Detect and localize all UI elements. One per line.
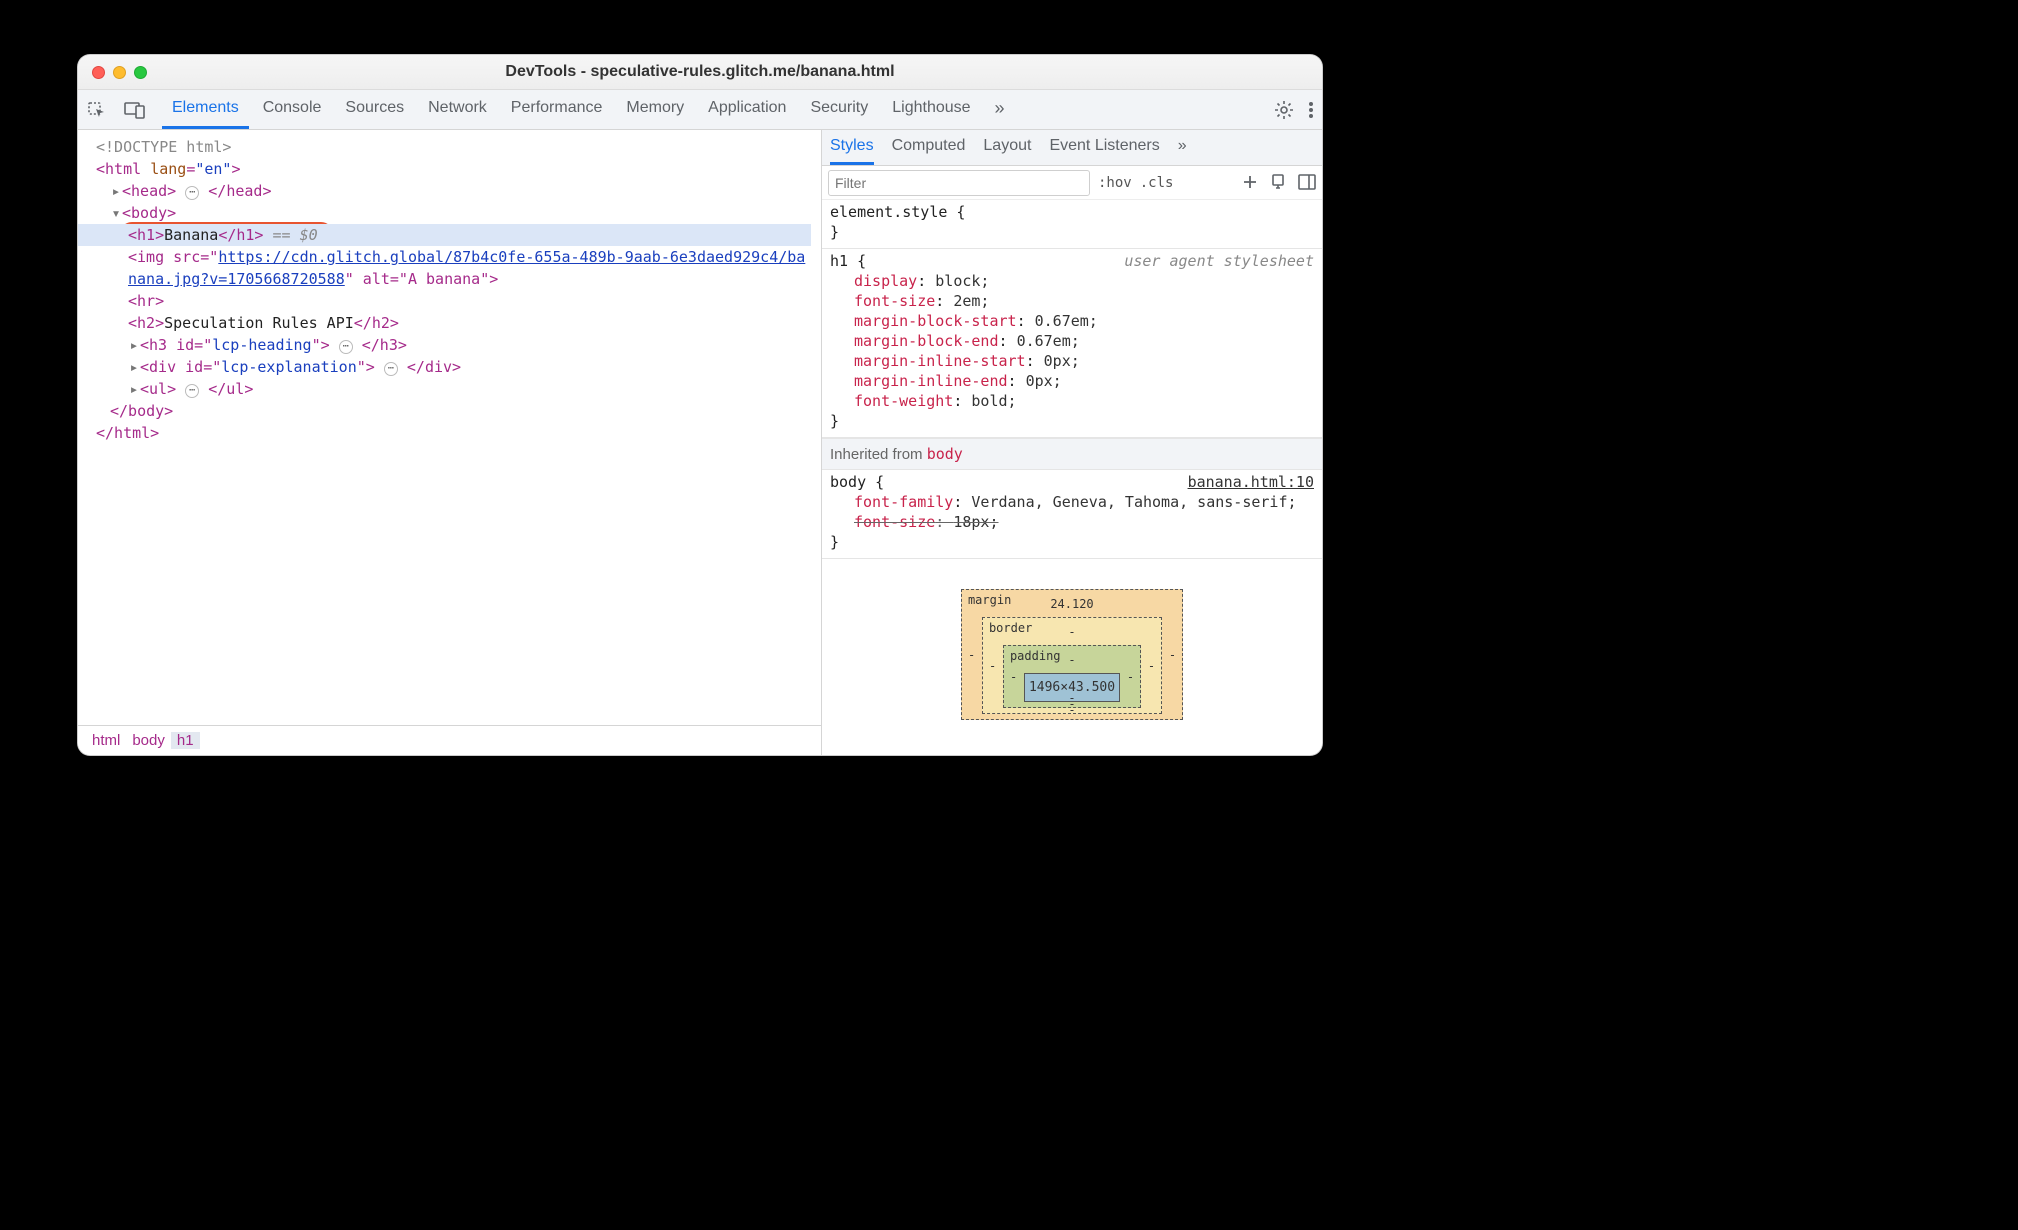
tab-elements[interactable]: Elements bbox=[162, 90, 249, 129]
breadcrumb-html[interactable]: html bbox=[86, 732, 126, 749]
tab-memory[interactable]: Memory bbox=[616, 90, 694, 129]
tab-application[interactable]: Application bbox=[698, 90, 796, 129]
box-model-content: 1496×43.500 bbox=[1024, 673, 1120, 702]
hov-toggle[interactable]: :hov bbox=[1098, 175, 1132, 191]
styles-tab-styles[interactable]: Styles bbox=[830, 130, 874, 165]
tab-security[interactable]: Security bbox=[800, 90, 878, 129]
window-controls bbox=[92, 66, 147, 79]
dom-html-open[interactable]: <html lang="en"> bbox=[96, 158, 811, 180]
toggle-common-rendering-icon[interactable] bbox=[1270, 174, 1286, 192]
source-link[interactable]: banana.html:10 bbox=[1188, 472, 1314, 492]
styles-tab-eventlisteners[interactable]: Event Listeners bbox=[1049, 130, 1159, 165]
styles-tabs-overflow-icon[interactable]: » bbox=[1178, 130, 1187, 165]
box-model-diagram[interactable]: margin - - 24.120 border - - - padding - bbox=[822, 559, 1322, 755]
styles-filter-input[interactable] bbox=[828, 170, 1090, 196]
main-toolbar: Elements Console Sources Network Perform… bbox=[78, 90, 1322, 130]
kebab-menu-icon[interactable] bbox=[1308, 100, 1314, 120]
devtools-window: DevTools - speculative-rules.glitch.me/b… bbox=[78, 55, 1322, 755]
styles-tab-computed[interactable]: Computed bbox=[892, 130, 966, 165]
rule-body[interactable]: body {banana.html:10 font-family: Verdan… bbox=[822, 470, 1322, 559]
settings-gear-icon[interactable] bbox=[1274, 100, 1294, 120]
dom-doctype[interactable]: <!DOCTYPE html> bbox=[96, 136, 811, 158]
window-title: DevTools - speculative-rules.glitch.me/b… bbox=[78, 63, 1322, 81]
dom-head[interactable]: ▸<head> ⋯ </head> bbox=[96, 180, 811, 202]
main-tabs: Elements Console Sources Network Perform… bbox=[162, 90, 1258, 129]
elements-panel: ⋯ <!DOCTYPE html> <html lang="en"> ▸<hea… bbox=[78, 130, 822, 755]
dom-html-close[interactable]: </html> bbox=[96, 422, 811, 444]
inherited-from-header: Inherited from body bbox=[822, 438, 1322, 470]
dom-div[interactable]: ▸<div id="lcp-explanation"> ⋯ </div> bbox=[96, 356, 811, 378]
breadcrumb-h1[interactable]: h1 bbox=[171, 732, 200, 749]
new-style-rule-icon[interactable] bbox=[1242, 174, 1258, 192]
tab-performance[interactable]: Performance bbox=[501, 90, 613, 129]
dom-hr[interactable]: <hr> bbox=[96, 290, 811, 312]
tab-network[interactable]: Network bbox=[418, 90, 497, 129]
breadcrumb: html body h1 bbox=[78, 725, 821, 755]
tab-console[interactable]: Console bbox=[253, 90, 332, 129]
dom-img-line2[interactable]: nana.jpg?v=1705668720588" alt="A banana"… bbox=[96, 268, 811, 290]
cls-toggle[interactable]: .cls bbox=[1140, 175, 1174, 191]
rule-h1[interactable]: h1 {user agent stylesheet display: block… bbox=[822, 249, 1322, 438]
tab-sources[interactable]: Sources bbox=[335, 90, 414, 129]
titlebar: DevTools - speculative-rules.glitch.me/b… bbox=[78, 55, 1322, 90]
dom-h2[interactable]: <h2>Speculation Rules API</h2> bbox=[96, 312, 811, 334]
dom-selected-h1[interactable]: <h1>Banana</h1> == $0 bbox=[96, 224, 811, 246]
computed-sidebar-toggle-icon[interactable] bbox=[1298, 174, 1316, 192]
close-window-button[interactable] bbox=[92, 66, 105, 79]
styles-tab-layout[interactable]: Layout bbox=[983, 130, 1031, 165]
dom-img-line1[interactable]: <img src="https://cdn.glitch.global/87b4… bbox=[96, 246, 811, 268]
tabs-overflow-icon[interactable]: » bbox=[985, 90, 1015, 129]
ua-stylesheet-label: user agent stylesheet bbox=[1124, 251, 1314, 271]
styles-panel: Styles Computed Layout Event Listeners »… bbox=[822, 130, 1322, 755]
dom-body-close[interactable]: </body> bbox=[96, 400, 811, 422]
breadcrumb-body[interactable]: body bbox=[126, 732, 171, 749]
dom-ul[interactable]: ▸<ul> ⋯ </ul> bbox=[96, 378, 811, 400]
inspect-icon[interactable] bbox=[86, 99, 108, 121]
device-toggle-icon[interactable] bbox=[124, 99, 146, 121]
dom-body-open[interactable]: ▾<body> bbox=[96, 202, 811, 224]
minimize-window-button[interactable] bbox=[113, 66, 126, 79]
styles-tabs: Styles Computed Layout Event Listeners » bbox=[822, 130, 1322, 166]
tab-lighthouse[interactable]: Lighthouse bbox=[882, 90, 980, 129]
maximize-window-button[interactable] bbox=[134, 66, 147, 79]
dom-h3[interactable]: ▸<h3 id="lcp-heading"> ⋯ </h3> bbox=[96, 334, 811, 356]
dom-tree[interactable]: ⋯ <!DOCTYPE html> <html lang="en"> ▸<hea… bbox=[78, 130, 821, 725]
rule-element-style[interactable]: element.style { } bbox=[822, 200, 1322, 249]
styles-toolbar: :hov .cls bbox=[822, 166, 1322, 200]
